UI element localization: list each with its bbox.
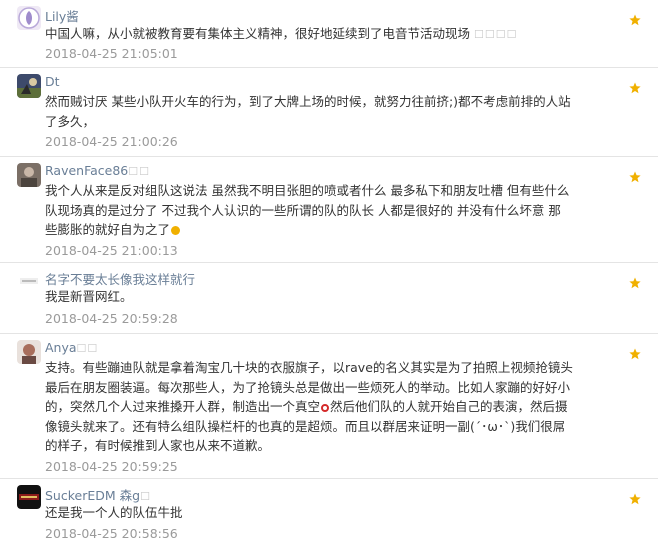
comment-text: 支持。有些蹦迪队就是拿着淘宝几十块的衣服旗子，以rave的名义其实是为了拍照上视… [45, 360, 573, 453]
avatar[interactable] [17, 163, 41, 187]
username[interactable]: 名字不要太长像我这样就行 [45, 269, 195, 288]
comment-text: 还是我一个人的队伍牛批 [45, 505, 183, 520]
star-icon[interactable] [629, 348, 641, 360]
comment-item: Dt 然而贼讨厌 某些小队开火车的行为，到了大牌上场的时候，就努力往前挤;)都不… [0, 68, 658, 157]
timestamp: 2018-04-25 20:58:56 [45, 526, 178, 541]
username[interactable]: RavenFace86☐☐ [45, 163, 150, 178]
avatar[interactable] [17, 74, 41, 98]
star-icon[interactable] [629, 277, 641, 289]
avatar[interactable] [17, 340, 41, 364]
star-icon[interactable] [629, 82, 641, 94]
timestamp: 2018-04-25 21:05:01 [45, 46, 178, 61]
star-icon[interactable] [629, 493, 641, 505]
comment-item: 名字不要太长像我这样就行 我是新晋网红。 2018-04-25 20:59:28 [0, 263, 658, 334]
avatar[interactable] [17, 485, 41, 509]
comment-item: Lily酱 中国人嘛，从小就被教育要有集体主义精神，很好地延续到了电音节活动现场… [0, 0, 658, 68]
comment-text: 中国人嘛，从小就被教育要有集体主义精神，很好地延续到了电音节活动现场 ☐☐☐☐ [45, 26, 518, 41]
star-icon[interactable] [629, 171, 641, 183]
comment-item: SuckerEDM 森g☐ 还是我一个人的队伍牛批 2018-04-25 20:… [0, 479, 658, 548]
username[interactable]: SuckerEDM 森g☐ [45, 485, 151, 504]
smile-emoji-icon [171, 226, 181, 235]
username[interactable]: Lily酱 [45, 6, 79, 25]
avatar[interactable] [17, 269, 41, 293]
timestamp: 2018-04-25 20:59:28 [45, 311, 178, 326]
comment-text: 然而贼讨厌 某些小队开火车的行为，到了大牌上场的时候，就努力往前挤;)都不考虑前… [45, 94, 571, 129]
comment-item: Anya☐☐ 支持。有些蹦迪队就是拿着淘宝几十块的衣服旗子，以rave的名义其实… [0, 334, 658, 479]
username[interactable]: Dt [45, 74, 60, 89]
star-icon[interactable] [629, 14, 641, 26]
comment-feed: Lily酱 中国人嘛，从小就被教育要有集体主义精神，很好地延续到了电音节活动现场… [0, 0, 658, 548]
timestamp: 2018-04-25 21:00:13 [45, 243, 178, 258]
timestamp: 2018-04-25 21:00:26 [45, 134, 178, 149]
comment-item: RavenFace86☐☐ 我个人从来是反对组队这说法 虽然我不明目张胆的喷或者… [0, 157, 658, 263]
comment-text: 我是新晋网红。 [45, 289, 133, 304]
timestamp: 2018-04-25 20:59:25 [45, 459, 178, 474]
comment-text: 我个人从来是反对组队这说法 虽然我不明目张胆的喷或者什么 最多私下和朋友吐槽 但… [45, 183, 570, 237]
username[interactable]: Anya☐☐ [45, 340, 98, 355]
red-circle-emoji-icon [321, 404, 330, 412]
avatar[interactable] [17, 6, 41, 30]
